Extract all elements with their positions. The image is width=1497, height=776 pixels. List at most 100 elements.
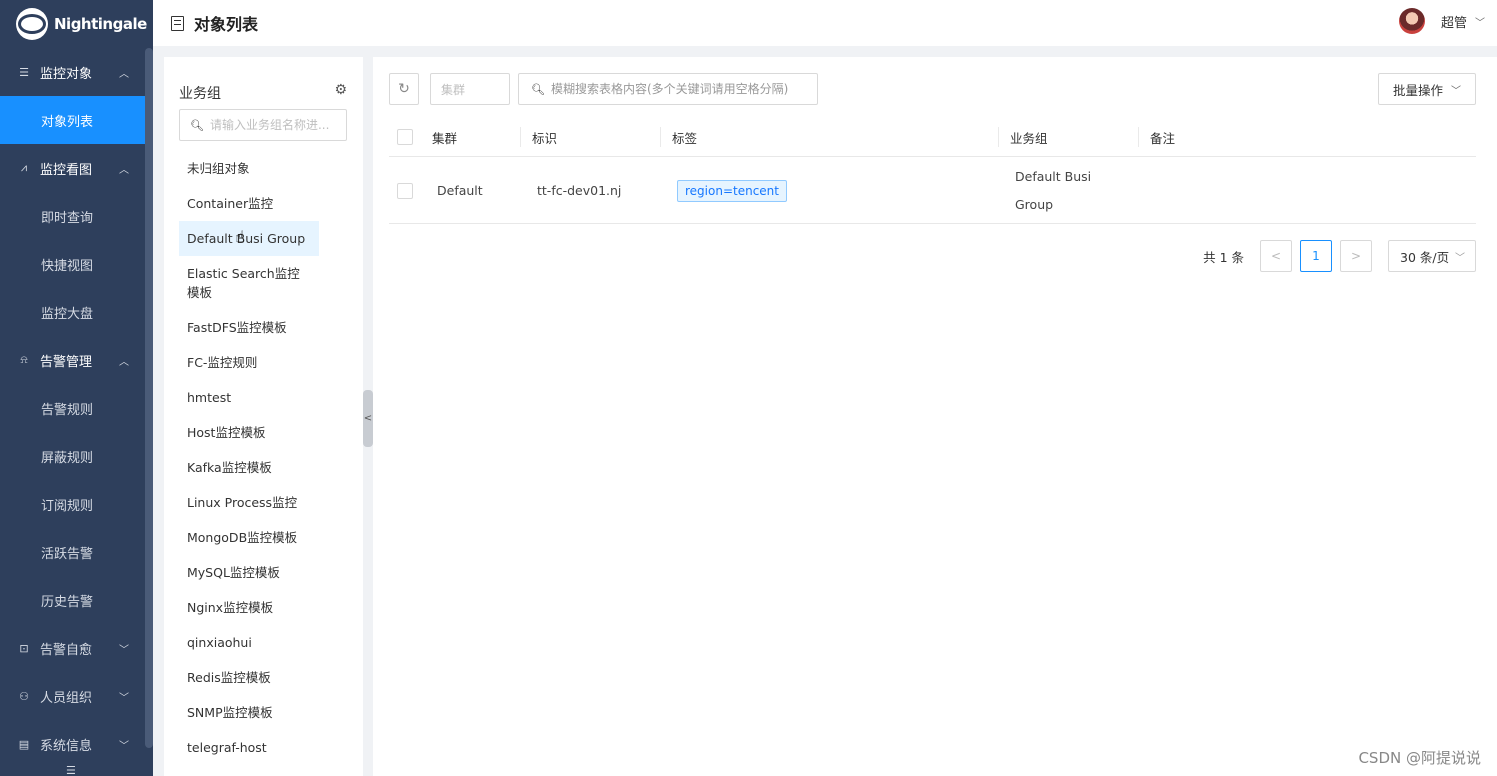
column-header-tags[interactable]: 标签 <box>672 117 697 157</box>
nav-item-subscribe-rules[interactable]: 订阅规则 <box>0 480 145 528</box>
logo[interactable]: Nightingale <box>0 0 153 48</box>
nav-group-label: 系统信息 <box>40 738 93 754</box>
column-header-note[interactable]: 备注 <box>1150 117 1175 157</box>
pagination: 共 1 条 < 1 > 30 条/页 ﹀ <box>1203 240 1476 272</box>
nav-item-history-alerts[interactable]: 历史告警 <box>0 576 145 624</box>
sidebar-scrollbar[interactable] <box>145 48 153 748</box>
table-search-input[interactable] <box>550 82 817 96</box>
chevron-left-icon: < <box>1270 249 1282 263</box>
group-search-input[interactable] <box>209 118 346 132</box>
info-icon: ▤ <box>18 737 30 751</box>
group-item[interactable]: FC-监控规则 <box>179 345 319 380</box>
group-item[interactable]: hmtest <box>179 380 319 415</box>
nav-item-instant-query[interactable]: 即时查询 <box>0 192 145 240</box>
user-name[interactable]: 超管 <box>1441 12 1467 31</box>
menu-fold-icon[interactable]: ☰ <box>66 764 76 776</box>
cell-ident[interactable]: tt-fc-dev01.nj <box>537 157 621 224</box>
object-list-icon <box>171 15 184 31</box>
list-icon: ☰ <box>19 65 29 79</box>
nav-group-monitor-objects[interactable]: ☰ 监控对象 ︿ <box>0 48 153 96</box>
page-size-select[interactable]: 30 条/页 ﹀ <box>1388 240 1476 272</box>
nav-group-system-info[interactable]: ▤ 系统信息 ﹀ <box>0 720 153 768</box>
row-checkbox[interactable] <box>397 182 413 199</box>
cell-cluster: Default <box>437 183 483 198</box>
object-table: 集群 标识 标签 业务组 备注 Default tt-fc-dev01.nj r… <box>389 117 1476 224</box>
group-item[interactable]: Nginx监控模板 <box>179 590 319 625</box>
column-divider <box>520 127 521 147</box>
business-group-panel: 业务组 ⚙ 🔍︎ 未归组对象 Container监控 Default Busi … <box>164 57 363 776</box>
nav-item-object-list[interactable]: 对象列表 <box>0 96 145 144</box>
group-item[interactable]: SNMP监控模板 <box>179 695 319 730</box>
gear-icon[interactable]: ⚙ <box>334 82 347 98</box>
nav-group-dashboards[interactable]: ⩘ 监控看图 ︿ <box>0 144 153 192</box>
nav-item-dashboard[interactable]: 监控大盘 <box>0 288 145 336</box>
group-item[interactable]: Redis监控模板 <box>179 660 319 695</box>
group-item[interactable]: MySQL监控模板 <box>179 555 319 590</box>
chevron-down-icon: ﹀ <box>1451 85 1461 97</box>
group-search-box[interactable]: 🔍︎ <box>179 109 347 141</box>
batch-actions-button[interactable]: 批量操作 ﹀ <box>1378 73 1476 105</box>
line-chart-icon: ⩘ <box>20 161 28 174</box>
code-icon: ⊡ <box>19 641 29 655</box>
tag-badge[interactable]: region=tencent <box>677 179 787 202</box>
business-group-value: Default Busi Group <box>1015 163 1105 219</box>
column-header-business-group[interactable]: 业务组 <box>1010 117 1048 157</box>
nightingale-logo-icon <box>16 8 48 40</box>
user-menu[interactable]: 超管 ﹀ <box>1398 8 1485 34</box>
nav-item-quick-view[interactable]: 快捷视图 <box>0 240 145 288</box>
nav-group-label: 告警管理 <box>40 354 93 370</box>
group-item[interactable]: Container监控 <box>179 186 319 221</box>
nav-item-alert-rules[interactable]: 告警规则 <box>0 384 145 432</box>
search-icon: 🔍︎ <box>190 118 204 132</box>
chevron-up-icon: ︿ <box>119 68 129 80</box>
next-page-button[interactable]: > <box>1340 240 1372 272</box>
cluster-select[interactable]: 集群 <box>430 73 510 105</box>
select-all-cell <box>397 117 413 157</box>
prev-page-button[interactable]: < <box>1260 240 1292 272</box>
group-item[interactable]: Kafka监控模板 <box>179 450 319 485</box>
group-item[interactable]: FastDFS监控模板 <box>179 310 319 345</box>
group-item[interactable]: Host监控模板 <box>179 415 319 450</box>
chevron-left-icon: < <box>363 413 373 424</box>
group-item[interactable]: Elastic Search监控模板 <box>179 256 319 310</box>
nav-group-self-healing[interactable]: ⊡ 告警自愈 ﹀ <box>0 624 153 672</box>
user-icon: ⚇ <box>19 689 29 703</box>
pagination-total: 共 1 条 <box>1203 249 1244 265</box>
nav-group-alerts[interactable]: ⍾ 告警管理 ︿ <box>0 336 153 384</box>
table-header: 集群 标识 标签 业务组 备注 <box>389 117 1476 157</box>
group-panel-title: 业务组 <box>179 86 221 102</box>
nav-group-label: 监控看图 <box>40 162 93 178</box>
group-list: 未归组对象 Container监控 Default Busi Group Ela… <box>179 151 319 765</box>
select-all-checkbox[interactable] <box>397 129 413 145</box>
panel-collapse-handle[interactable]: < <box>363 390 373 447</box>
group-item[interactable]: Linux Process监控 <box>179 485 319 520</box>
group-item-selected[interactable]: Default Busi Group <box>179 221 319 256</box>
nav-item-mute-rules[interactable]: 屏蔽规则 <box>0 432 145 480</box>
nav-group-label: 告警自愈 <box>40 642 93 658</box>
chevron-down-icon: ﹀ <box>119 692 129 704</box>
chevron-down-icon[interactable]: ﹀ <box>1475 14 1485 29</box>
nav-item-active-alerts[interactable]: 活跃告警 <box>0 528 145 576</box>
group-item[interactable]: 未归组对象 <box>179 151 319 186</box>
table-row[interactable]: Default tt-fc-dev01.nj region=tencent De… <box>389 157 1476 224</box>
page-number-button[interactable]: 1 <box>1300 240 1332 272</box>
nav-group-label: 监控对象 <box>40 66 93 82</box>
hand-cursor-icon: ☝ <box>235 227 245 246</box>
row-select-cell <box>397 157 413 224</box>
avatar[interactable] <box>1398 8 1425 34</box>
cell-business-group: Default Busi Group <box>1015 157 1105 224</box>
group-item[interactable]: qinxiaohui <box>179 625 319 660</box>
column-divider <box>660 127 661 147</box>
group-item[interactable]: MongoDB监控模板 <box>179 520 319 555</box>
column-header-ident[interactable]: 标识 <box>532 117 557 157</box>
nav-group-people[interactable]: ⚇ 人员组织 ﹀ <box>0 672 153 720</box>
table-search-box[interactable]: 🔍︎ <box>518 73 818 105</box>
refresh-icon: ↻ <box>398 81 410 97</box>
refresh-button[interactable]: ↻ <box>389 73 419 105</box>
batch-actions-label: 批量操作 <box>1392 82 1443 98</box>
group-item[interactable]: telegraf-host <box>179 730 319 765</box>
main-content: ↻ 集群 🔍︎ 批量操作 ﹀ 集群 标识 标签 业务组 备注 Default t… <box>373 57 1497 776</box>
business-group-line: Default Busi <box>1015 168 1092 184</box>
column-divider <box>1138 127 1139 147</box>
column-header-cluster[interactable]: 集群 <box>432 117 457 157</box>
